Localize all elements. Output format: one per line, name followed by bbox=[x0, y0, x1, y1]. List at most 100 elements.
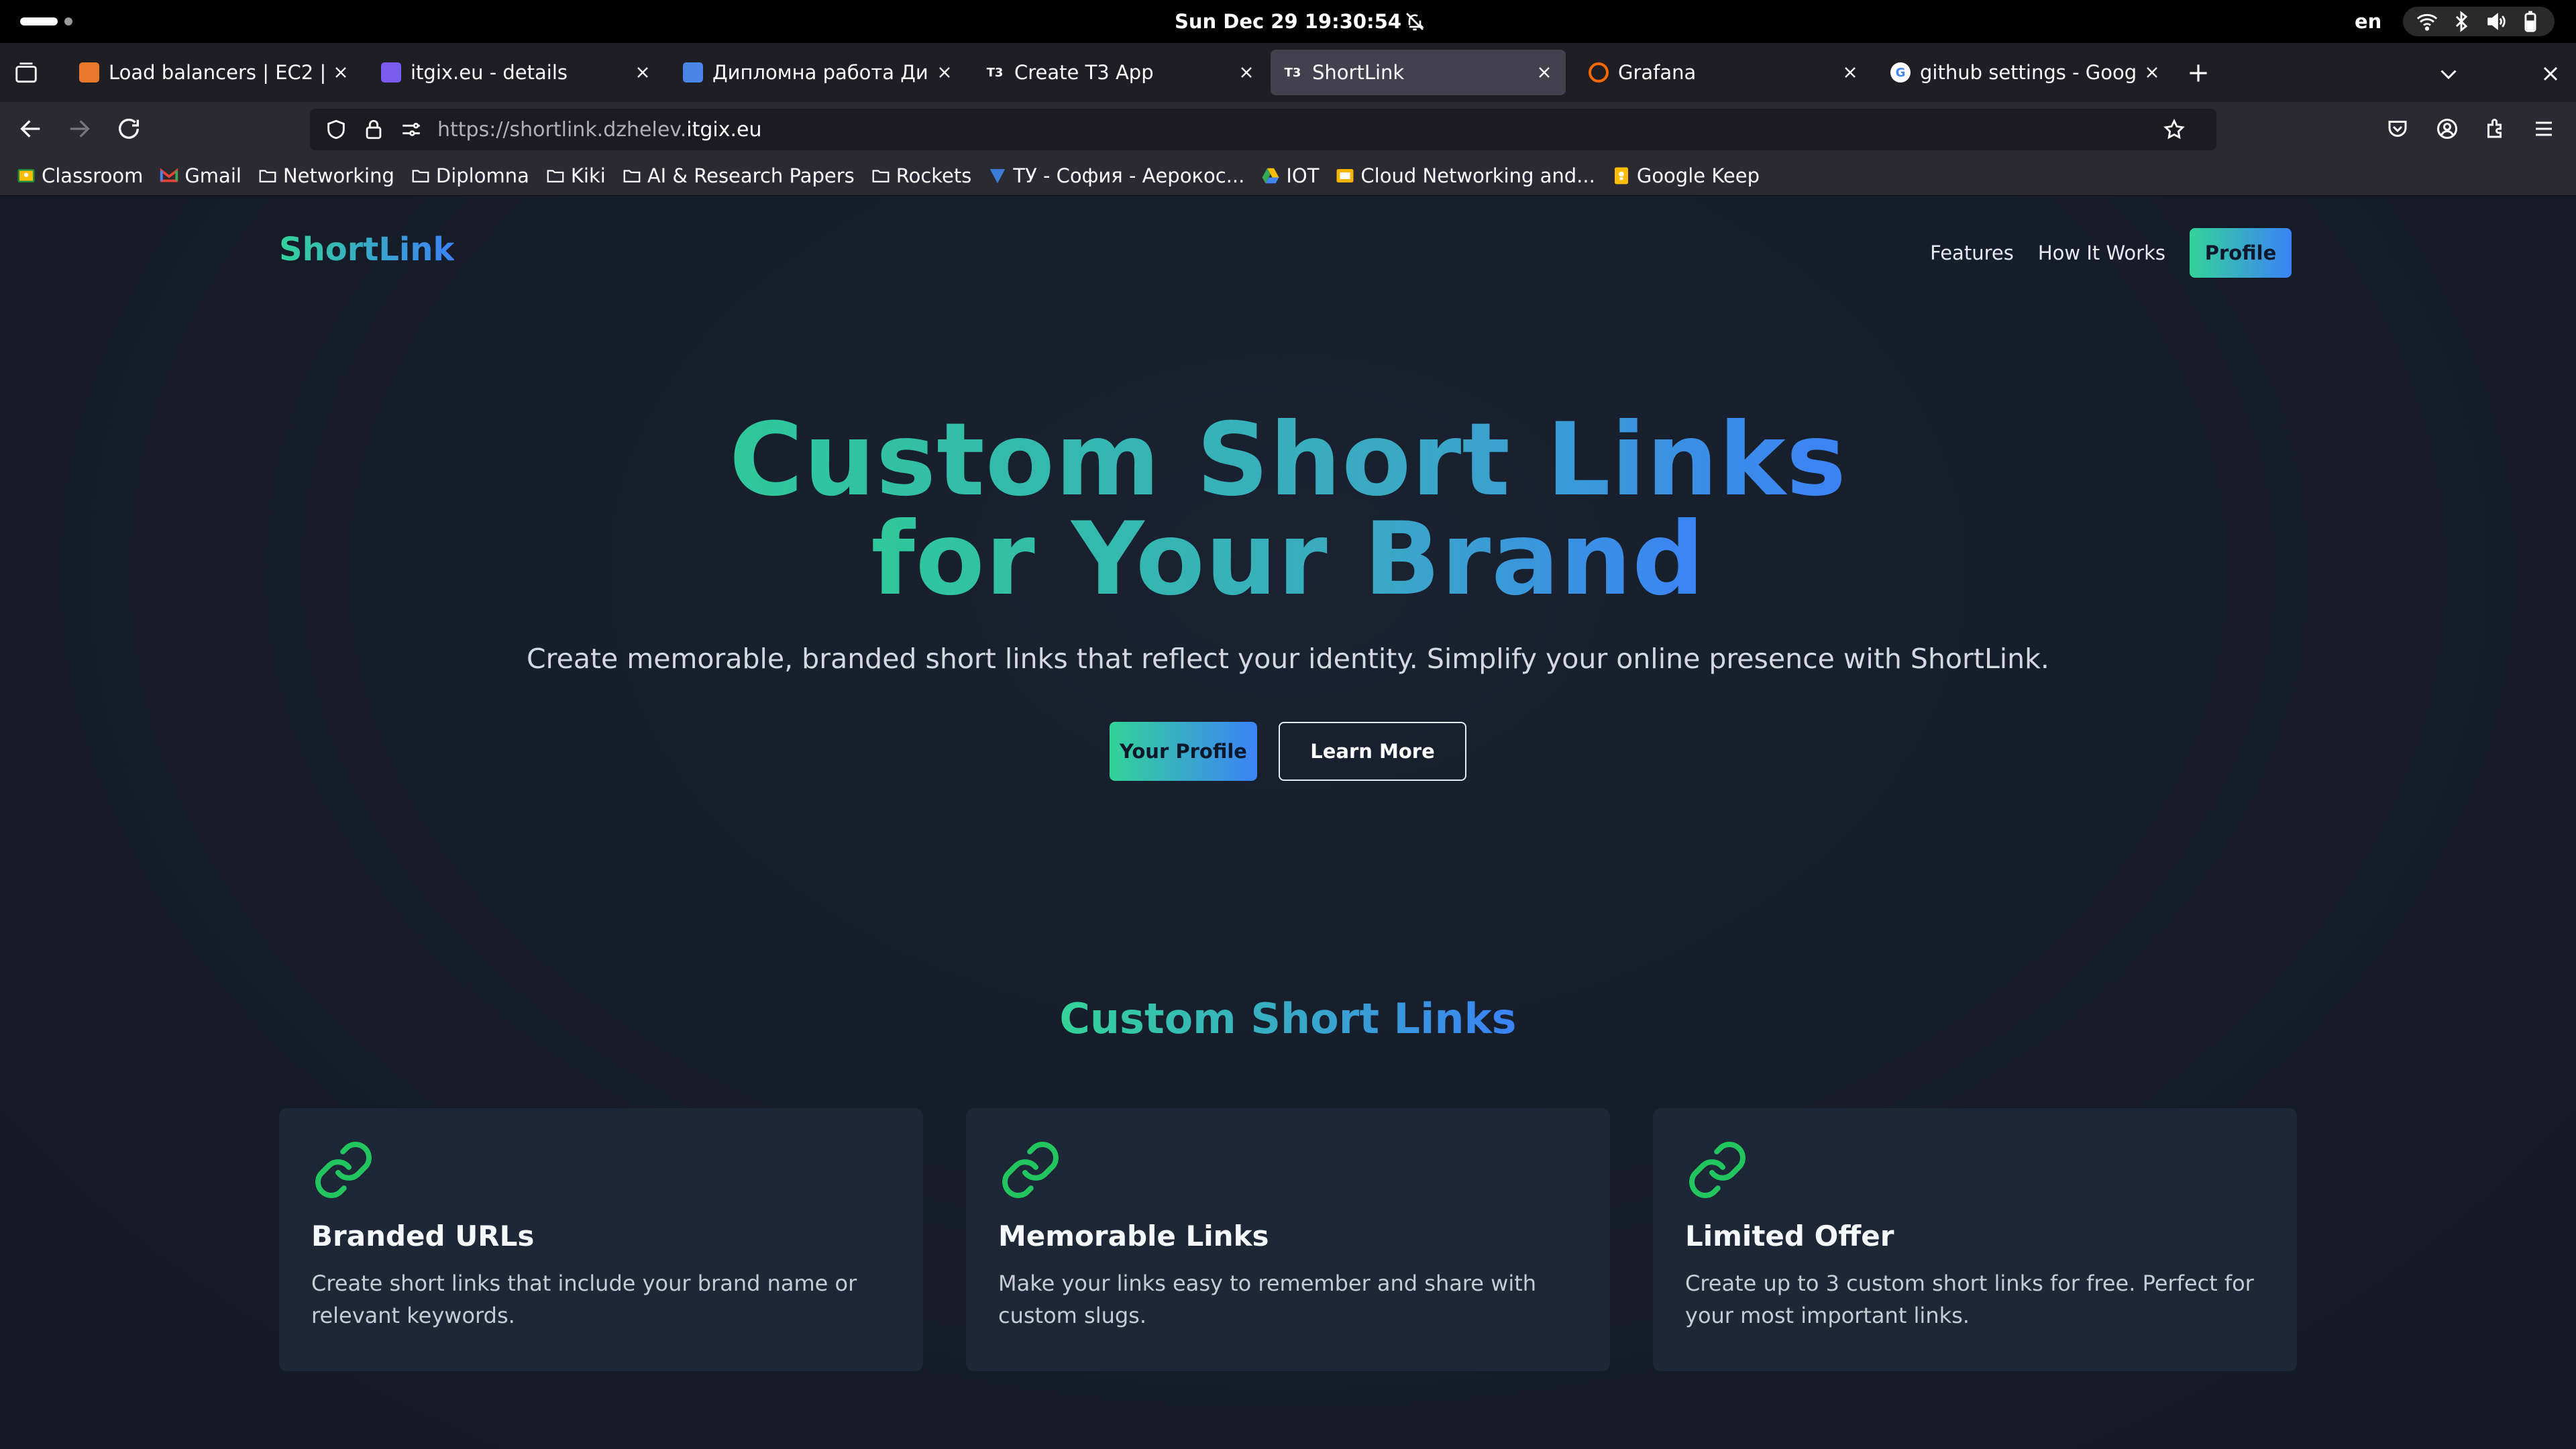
feature-card-memorable-links: Memorable Links Make your links easy to … bbox=[966, 1108, 1610, 1371]
hero-actions: Your Profile Learn More bbox=[0, 722, 2576, 781]
browser-tab[interactable]: itgix.eu - details bbox=[369, 50, 664, 95]
bookmark-folder-networking[interactable]: Networking bbox=[258, 164, 394, 187]
gmail-icon bbox=[160, 168, 178, 182]
close-tab-icon[interactable] bbox=[633, 63, 652, 82]
inactive-workspace[interactable] bbox=[64, 17, 72, 25]
battery-icon bbox=[2524, 11, 2536, 32]
bookmark-tu-sofia[interactable]: ТУ - София - Аерокос... bbox=[987, 164, 1244, 187]
pocket-icon[interactable] bbox=[2385, 117, 2410, 141]
tab-title: Create T3 App bbox=[1014, 61, 1154, 84]
account-icon[interactable] bbox=[2435, 117, 2459, 141]
bookmark-label: IOT bbox=[1286, 164, 1320, 187]
your-profile-button[interactable]: Your Profile bbox=[1110, 722, 1257, 781]
close-tab-icon[interactable] bbox=[935, 63, 954, 82]
system-top-bar: Sun Dec 29 19:30:54 en bbox=[0, 0, 2576, 43]
itgix-favicon-icon bbox=[381, 62, 401, 83]
wifi-icon bbox=[2416, 13, 2437, 31]
bookmark-label: Cloud Networking and... bbox=[1360, 164, 1595, 187]
bookmark-label: Networking bbox=[282, 164, 394, 187]
feature-card-title: Limited Offer bbox=[1685, 1220, 1894, 1252]
feature-card-title: Memorable Links bbox=[998, 1220, 1269, 1252]
browser-tab[interactable]: Load balancers | EC2 | eu bbox=[67, 50, 362, 95]
link-icon bbox=[315, 1142, 372, 1198]
site-navigation: Features How It Works Profile bbox=[1930, 228, 2292, 278]
link-icon bbox=[1689, 1142, 1746, 1198]
close-tab-icon[interactable] bbox=[1535, 63, 1554, 82]
keep-icon bbox=[1614, 167, 1628, 184]
hero-title-line2: for Your Brand bbox=[871, 501, 1705, 618]
tab-overview-icon[interactable] bbox=[13, 60, 39, 86]
bookmark-cloud-networking[interactable]: Cloud Networking and... bbox=[1335, 164, 1595, 187]
close-tab-icon[interactable] bbox=[331, 63, 350, 82]
hamburger-menu-icon[interactable] bbox=[2532, 117, 2556, 141]
nav-link-how-it-works[interactable]: How It Works bbox=[2038, 241, 2165, 264]
bookmark-folder-ai-research[interactable]: AI & Research Papers bbox=[622, 164, 855, 187]
extensions-icon[interactable] bbox=[2483, 117, 2508, 141]
browser-tab-active[interactable]: T3 ShortLink bbox=[1271, 50, 1566, 95]
close-window-icon[interactable] bbox=[2538, 62, 2563, 86]
forward-arrow-icon[interactable] bbox=[66, 115, 93, 142]
bookmark-google-keep[interactable]: Google Keep bbox=[1611, 164, 1760, 187]
folder-icon bbox=[412, 169, 429, 182]
url-text[interactable]: https://shortlink.dzhelev.itgix.eu bbox=[437, 118, 762, 142]
new-tab-icon[interactable] bbox=[2186, 60, 2211, 86]
close-tab-icon[interactable] bbox=[1841, 63, 1860, 82]
feature-cards: Branded URLs Create short links that inc… bbox=[279, 1108, 2297, 1371]
aws-favicon-icon bbox=[79, 62, 99, 83]
learn-more-button[interactable]: Learn More bbox=[1279, 722, 1466, 781]
web-page: ShortLink Features How It Works Profile … bbox=[0, 196, 2576, 1449]
tab-title: Load balancers | EC2 | eu bbox=[109, 61, 325, 84]
tracking-protection-shield-icon[interactable] bbox=[325, 118, 347, 141]
bookmark-star-icon[interactable] bbox=[2163, 118, 2186, 141]
workspace-indicator[interactable] bbox=[20, 17, 72, 25]
bookmark-folder-diplomna[interactable]: Diplomna bbox=[411, 164, 529, 187]
hero-title: Custom Short Links for Your Brand bbox=[0, 410, 2576, 610]
site-permissions-icon[interactable] bbox=[400, 118, 423, 141]
system-tray[interactable] bbox=[2403, 7, 2555, 36]
t3-favicon-icon: T3 bbox=[1284, 65, 1301, 80]
system-clock[interactable]: Sun Dec 29 19:30:54 bbox=[0, 0, 2576, 43]
bookmark-gmail[interactable]: Gmail bbox=[159, 164, 241, 187]
nav-link-features[interactable]: Features bbox=[1930, 241, 2014, 264]
feature-card-text: Make your links easy to remember and sha… bbox=[998, 1271, 1537, 1328]
nav-profile-button[interactable]: Profile bbox=[2190, 228, 2292, 278]
features-section-title: Custom Short Links bbox=[0, 994, 2576, 1043]
bookmark-classroom[interactable]: Classroom bbox=[16, 164, 143, 187]
active-workspace[interactable] bbox=[20, 17, 58, 25]
close-tab-icon[interactable] bbox=[2143, 63, 2161, 82]
back-arrow-icon[interactable] bbox=[17, 115, 44, 142]
browser-tab[interactable]: Дипломна работа Дими bbox=[671, 50, 966, 95]
bookmark-folder-kiki[interactable]: Kiki bbox=[545, 164, 606, 187]
volume-icon bbox=[2487, 13, 2506, 30]
browser-tab[interactable]: T3 Create T3 App bbox=[973, 50, 1268, 95]
browser-navigation-bar: https://shortlink.dzhelev.itgix.eu bbox=[0, 102, 2576, 156]
url-bar[interactable]: https://shortlink.dzhelev.itgix.eu bbox=[310, 109, 2216, 150]
keyboard-language[interactable]: en bbox=[2355, 0, 2381, 43]
tu-icon bbox=[990, 168, 1006, 183]
google-favicon-icon: G bbox=[1890, 62, 1911, 83]
bookmark-folder-rockets[interactable]: Rockets bbox=[871, 164, 971, 187]
feature-card-branded-urls: Branded URLs Create short links that inc… bbox=[279, 1108, 923, 1371]
lock-icon[interactable] bbox=[362, 118, 385, 141]
folder-icon bbox=[872, 169, 890, 182]
site-logo[interactable]: ShortLink bbox=[279, 231, 454, 268]
reload-icon[interactable] bbox=[115, 115, 142, 142]
tab-title: Grafana bbox=[1618, 61, 1697, 84]
hero-subtitle: Create memorable, branded short links th… bbox=[527, 643, 2049, 675]
notifications-muted-icon[interactable] bbox=[1404, 11, 1426, 32]
link-icon bbox=[1002, 1142, 1059, 1198]
close-tab-icon[interactable] bbox=[1237, 63, 1256, 82]
bookmark-label: Gmail bbox=[184, 164, 241, 187]
bookmark-label: Diplomna bbox=[435, 164, 529, 187]
feature-card-title: Branded URLs bbox=[311, 1220, 535, 1252]
folder-icon bbox=[623, 169, 641, 182]
browser-tab-strip: Load balancers | EC2 | eu itgix.eu - det… bbox=[0, 43, 2576, 102]
features-title-text: Custom Short Links bbox=[1059, 994, 1517, 1043]
bookmark-label: AI & Research Papers bbox=[647, 164, 855, 187]
tab-title: itgix.eu - details bbox=[411, 61, 568, 84]
bookmark-iot[interactable]: IOT bbox=[1260, 164, 1319, 187]
browser-tab[interactable]: Grafana bbox=[1576, 50, 1872, 95]
browser-tab[interactable]: G github settings - Google bbox=[1878, 50, 2174, 95]
chevron-down-icon[interactable] bbox=[2436, 62, 2461, 86]
folder-icon bbox=[259, 169, 276, 182]
